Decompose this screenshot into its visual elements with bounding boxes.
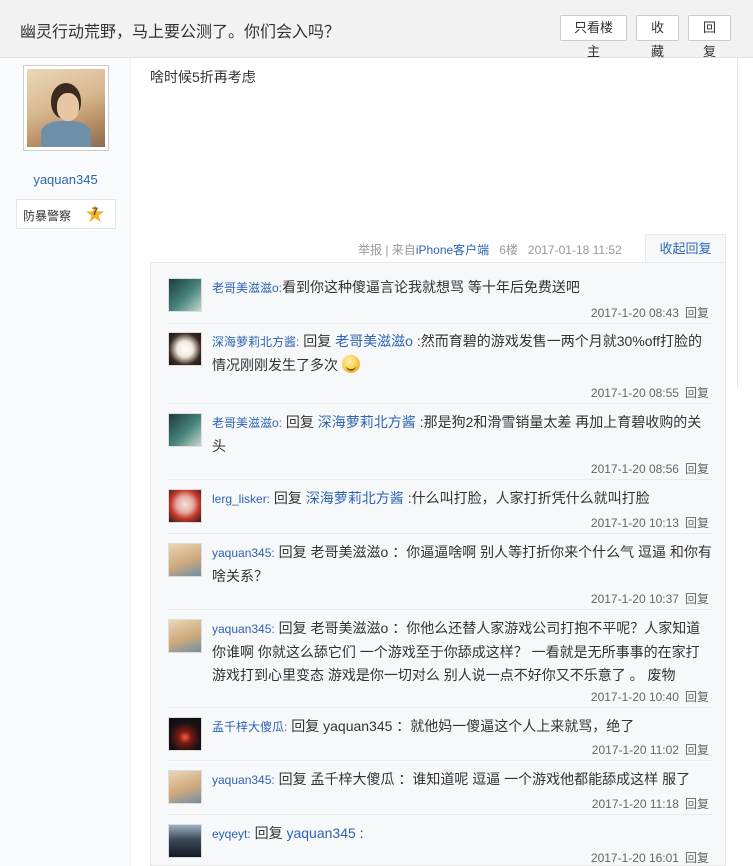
post-time: 2017-01-18 11:52	[527, 243, 622, 257]
avatar-icon	[27, 69, 105, 147]
reply-time: 2017-1-20 10:13	[590, 516, 679, 530]
avatar-icon[interactable]	[168, 489, 202, 523]
reply-time: 2017-1-20 08:55	[590, 386, 679, 400]
collapse-replies-button[interactable]: 收起回复	[645, 234, 726, 264]
divider	[737, 58, 738, 388]
divider	[168, 403, 712, 404]
source-prefix: | 来自	[385, 243, 416, 257]
reply-time: 2017-1-20 11:18	[591, 797, 679, 811]
divider	[168, 760, 712, 761]
reply-username[interactable]: lerg_lisker:	[212, 492, 270, 506]
thread-title: 幽灵行动荒野，马上要公测了。你们会入吗？	[20, 24, 341, 41]
reply-word: 回复	[273, 490, 302, 506]
reply-text: yaquan345 ：就他妈一傻逼这个人上来就骂，绝了	[323, 718, 635, 734]
reply-word: 回复	[254, 825, 283, 841]
reply-username[interactable]: eyqeyt:	[212, 827, 251, 841]
reply-text: 看到你这种傻逼言论我就想骂 等十年后免费送吧	[282, 279, 580, 295]
reply-username[interactable]: yaquan345:	[212, 546, 275, 560]
divider	[168, 814, 712, 815]
rank-badge[interactable]: 防暴警察 ★ 7	[16, 199, 116, 229]
post-meta: 举报 | 来自iPhone客户端 6楼 2017-01-18 11:52	[358, 241, 622, 258]
reply-button[interactable]: 回复	[685, 516, 709, 530]
thread-header: 幽灵行动荒野，马上要公测了。你们会入吗？ 只看楼主 收藏 回复	[0, 0, 753, 59]
author-name[interactable]: yaquan345	[0, 172, 131, 187]
reply-button[interactable]: 回复	[685, 592, 709, 606]
reply-time: 2017-1-20 08:43	[590, 306, 679, 320]
reply-text: :	[355, 825, 364, 841]
author-sidebar: yaquan345 防暴警察 ★ 7	[0, 58, 131, 866]
reply-username[interactable]: yaquan345:	[212, 622, 275, 636]
reply-username[interactable]: yaquan345:	[212, 773, 275, 787]
reply-time: 2017-1-20 10:40	[590, 690, 679, 704]
reply-time: 2017-1-20 10:37	[590, 592, 679, 606]
divider	[168, 707, 712, 708]
reply-button[interactable]: 回复	[685, 386, 709, 400]
reply-username[interactable]: 深海萝莉北方酱:	[212, 335, 299, 349]
reply-button[interactable]: 回复	[685, 690, 709, 704]
favorite-button[interactable]: 收藏	[636, 15, 679, 59]
smile-emoji-icon	[341, 355, 360, 373]
reply-button[interactable]: 回复	[685, 743, 709, 757]
avatar-icon[interactable]	[168, 770, 202, 804]
reply-word: 回复	[303, 333, 332, 349]
author-avatar[interactable]	[23, 65, 109, 151]
reply-time: 2017-1-20 16:01	[590, 851, 679, 865]
reply-text: 孟千梓大傻瓜 ：谁知道呢 逗逼 一个游戏他都能舔成这样 服了	[310, 771, 691, 787]
reply-username[interactable]: 孟千梓大傻瓜:	[212, 720, 287, 734]
rank-level: 7	[91, 206, 99, 218]
floor-number: 6楼	[499, 243, 518, 257]
avatar-icon[interactable]	[168, 619, 202, 653]
divider	[168, 533, 712, 534]
reply-time: 2017-1-20 11:02	[591, 743, 679, 757]
reply-username[interactable]: 老哥美滋滋o:	[212, 281, 282, 295]
reply-list: 老哥美滋滋o:看到你这种傻逼言论我就想骂 等十年后免费送吧 2017-1-20 …	[150, 262, 726, 866]
reply-button[interactable]: 回复	[685, 306, 709, 320]
source-link[interactable]: iPhone客户端	[416, 243, 489, 257]
divider	[168, 479, 712, 480]
avatar-icon[interactable]	[168, 332, 202, 366]
reply-button[interactable]: 回复	[685, 462, 709, 476]
avatar-icon[interactable]	[168, 717, 202, 751]
reply-word: 回复	[291, 718, 320, 734]
reply-target[interactable]: 老哥美滋滋o	[335, 333, 413, 349]
reply-word: 回复	[278, 544, 307, 560]
divider	[168, 323, 712, 324]
reply-text: :什么叫打脸，人家打折凭什么就叫打脸	[407, 490, 650, 506]
reply-target[interactable]: 深海萝莉北方酱	[318, 414, 416, 430]
post-content: 啥时候5折再考虑	[150, 69, 256, 85]
avatar-icon[interactable]	[168, 824, 202, 858]
avatar-icon[interactable]	[168, 413, 202, 447]
avatar-icon[interactable]	[168, 278, 202, 312]
report-link[interactable]: 举报	[358, 243, 382, 257]
reply-button[interactable]: 回复	[685, 797, 709, 811]
divider	[168, 609, 712, 610]
reply-word: 回复	[278, 620, 307, 636]
reply-button[interactable]: 回复	[685, 851, 709, 865]
reply-target[interactable]: yaquan345	[286, 825, 355, 841]
rank-name: 防暴警察	[23, 209, 72, 223]
reply-target[interactable]: 深海萝莉北方酱	[306, 490, 404, 506]
avatar-icon[interactable]	[168, 543, 202, 577]
reply-time: 2017-1-20 08:56	[590, 462, 679, 476]
reply-username[interactable]: 老哥美滋滋o:	[212, 416, 282, 430]
reply-word: 回复	[285, 414, 314, 430]
reply-thread-button[interactable]: 回复	[688, 15, 731, 59]
reply-word: 回复	[278, 771, 307, 787]
only-op-button[interactable]: 只看楼主	[560, 15, 627, 59]
